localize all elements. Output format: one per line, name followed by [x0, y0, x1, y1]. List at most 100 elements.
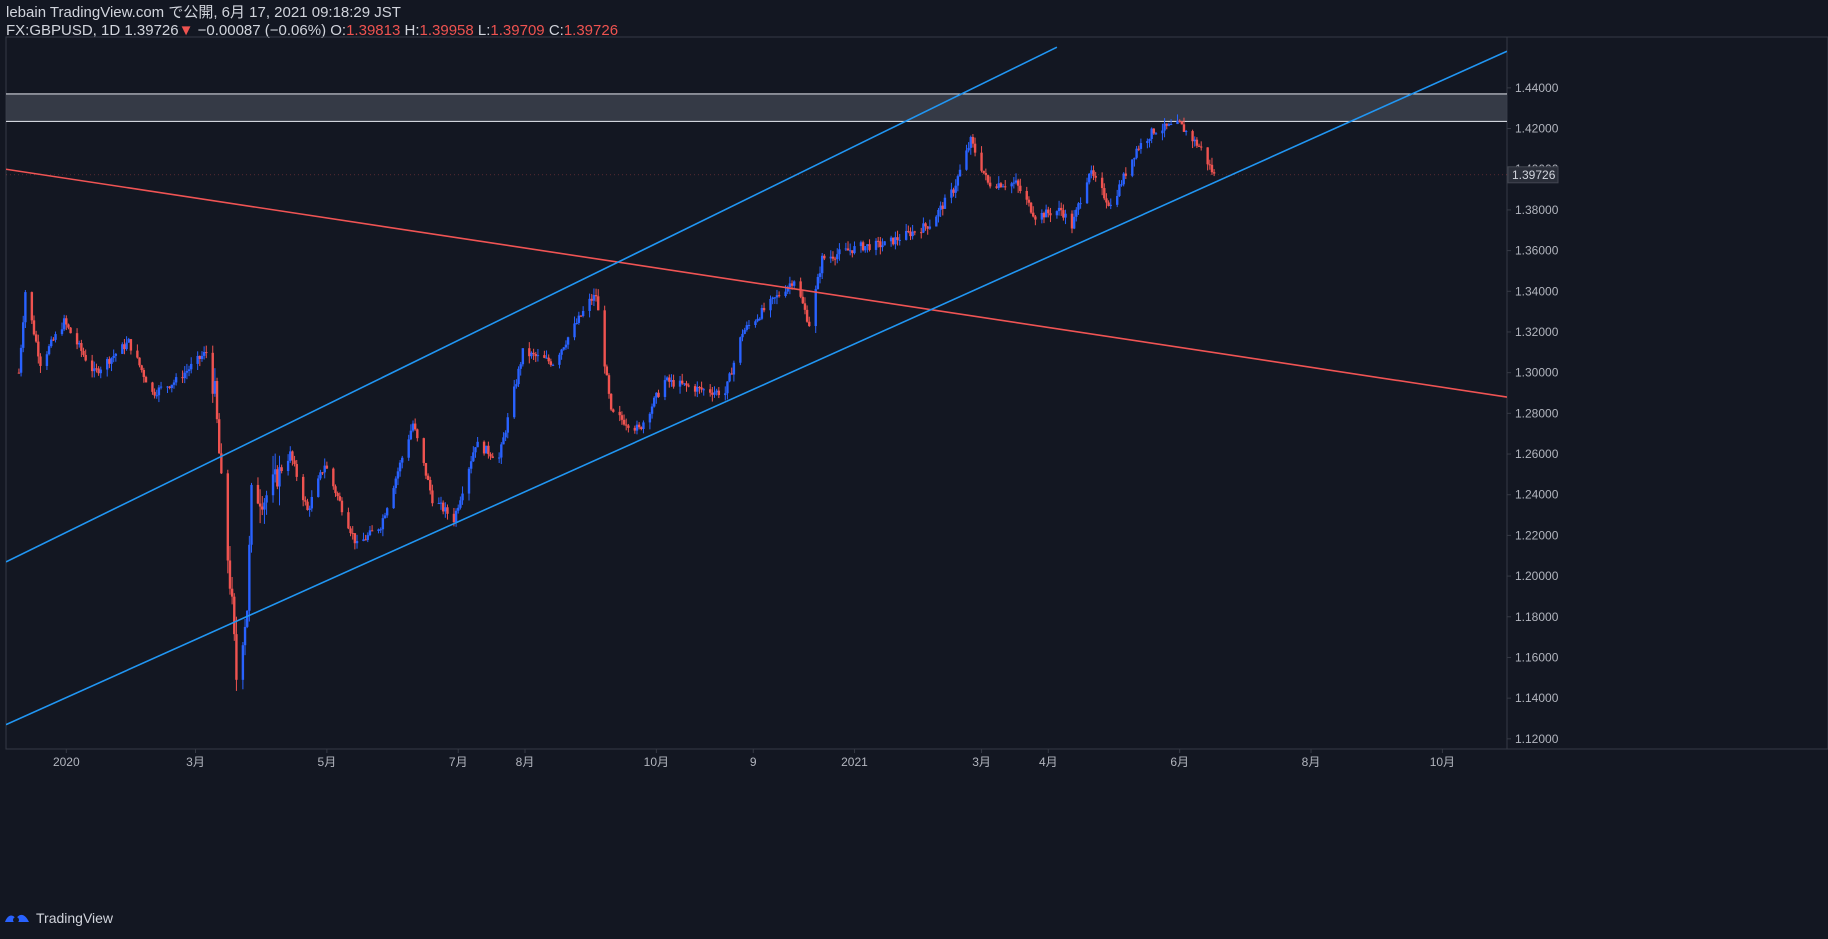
candle-body[interactable]: [612, 409, 615, 412]
candle-body[interactable]: [424, 462, 428, 476]
candle-body[interactable]: [467, 468, 471, 494]
candle-body[interactable]: [409, 430, 413, 440]
candle-body[interactable]: [693, 386, 697, 392]
candle-body[interactable]: [426, 475, 430, 480]
candle-body[interactable]: [325, 465, 329, 469]
candle-body[interactable]: [995, 186, 998, 188]
candle-body[interactable]: [907, 230, 910, 232]
candle-body[interactable]: [1184, 131, 1188, 133]
candle-body[interactable]: [808, 321, 811, 327]
candle-body[interactable]: [1062, 210, 1065, 218]
candle-body[interactable]: [250, 484, 253, 545]
candle-body[interactable]: [1012, 182, 1016, 184]
candle-body[interactable]: [775, 295, 779, 298]
candle-body[interactable]: [67, 324, 70, 328]
candle-body[interactable]: [482, 441, 486, 454]
candle-body[interactable]: [106, 359, 109, 370]
candle-body[interactable]: [1182, 124, 1186, 132]
candle-body[interactable]: [846, 248, 850, 251]
candle-body[interactable]: [771, 297, 774, 300]
candle-body[interactable]: [956, 176, 960, 186]
candle-body[interactable]: [1019, 185, 1022, 191]
candle-body[interactable]: [306, 501, 309, 510]
tradingview-logo-icon[interactable]: [4, 910, 30, 926]
candle-body[interactable]: [401, 457, 404, 463]
candle-body[interactable]: [353, 533, 357, 544]
candle-body[interactable]: [788, 283, 792, 288]
candle-body[interactable]: [381, 518, 385, 530]
candle-body[interactable]: [129, 339, 133, 351]
candle-body[interactable]: [392, 488, 395, 509]
candle-body[interactable]: [1047, 209, 1050, 214]
candle-body[interactable]: [685, 383, 688, 386]
candle-body[interactable]: [973, 143, 977, 153]
candle-body[interactable]: [590, 298, 593, 301]
candle-body[interactable]: [121, 344, 124, 354]
candle-body[interactable]: [155, 395, 158, 397]
candle-body[interactable]: [416, 429, 419, 439]
candle-body[interactable]: [726, 381, 729, 394]
candle-body[interactable]: [1094, 175, 1097, 178]
candle-body[interactable]: [1001, 186, 1005, 188]
candle-body[interactable]: [1077, 203, 1080, 210]
candle-body[interactable]: [205, 352, 208, 354]
candle-body[interactable]: [620, 415, 624, 420]
candle-body[interactable]: [790, 283, 794, 286]
candle-body[interactable]: [941, 205, 944, 209]
candle-body[interactable]: [792, 281, 796, 286]
candle-body[interactable]: [982, 170, 985, 173]
candle-body[interactable]: [62, 318, 66, 330]
candle-body[interactable]: [172, 382, 176, 385]
candle-body[interactable]: [1178, 120, 1181, 122]
candle-body[interactable]: [461, 493, 464, 501]
candle-body[interactable]: [47, 346, 51, 355]
candle-body[interactable]: [829, 256, 832, 259]
candle-body[interactable]: [84, 354, 87, 361]
candle-body[interactable]: [1100, 177, 1104, 189]
candle-body[interactable]: [301, 476, 305, 501]
channel-lower-line[interactable]: [6, 50, 1507, 726]
candle-body[interactable]: [876, 240, 880, 242]
candle-body[interactable]: [485, 445, 488, 454]
candle-body[interactable]: [935, 216, 938, 227]
candle-body[interactable]: [1200, 146, 1203, 148]
candle-body[interactable]: [377, 529, 380, 531]
candle-body[interactable]: [549, 361, 553, 365]
candle-body[interactable]: [17, 372, 21, 374]
candle-body[interactable]: [696, 387, 699, 392]
candle-body[interactable]: [317, 478, 320, 497]
candle-body[interactable]: [868, 244, 871, 250]
candle-body[interactable]: [364, 539, 367, 541]
candle-body[interactable]: [708, 389, 712, 393]
candle-body[interactable]: [457, 507, 460, 511]
candle-body[interactable]: [1176, 120, 1179, 125]
candle-body[interactable]: [181, 377, 184, 379]
candle-body[interactable]: [1180, 121, 1184, 125]
candle-body[interactable]: [1118, 184, 1121, 196]
candle-body[interactable]: [383, 515, 387, 519]
candle-body[interactable]: [1193, 139, 1196, 142]
candle-body[interactable]: [534, 354, 537, 357]
candle-body[interactable]: [769, 299, 772, 311]
candle-body[interactable]: [859, 242, 863, 247]
candle-body[interactable]: [937, 209, 940, 217]
candle-body[interactable]: [560, 349, 563, 355]
candle-body[interactable]: [157, 387, 161, 396]
candle-body[interactable]: [422, 438, 425, 463]
candle-body[interactable]: [952, 189, 955, 193]
candle-body[interactable]: [926, 226, 929, 229]
candle-body[interactable]: [183, 372, 186, 379]
candle-body[interactable]: [291, 451, 294, 461]
price-chart[interactable]: 1.12000 1.14000 1.16000 1.18000 1.20000 1.220…: [0, 0, 1828, 900]
candle-body[interactable]: [1109, 204, 1112, 206]
candle-body[interactable]: [543, 355, 546, 358]
candle-body[interactable]: [741, 333, 744, 338]
candle-body[interactable]: [1167, 124, 1171, 126]
candle-body[interactable]: [215, 381, 219, 420]
candle-body[interactable]: [913, 231, 916, 233]
candle-body[interactable]: [874, 240, 878, 250]
candle-body[interactable]: [1040, 212, 1044, 220]
candle-body[interactable]: [536, 355, 540, 357]
candle-body[interactable]: [866, 244, 869, 247]
candle-body[interactable]: [1105, 198, 1108, 203]
